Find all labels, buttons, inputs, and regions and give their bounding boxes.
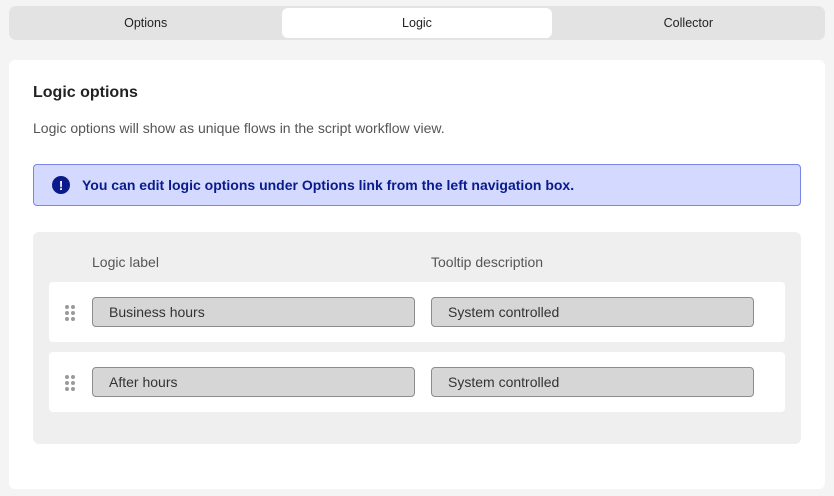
logic-label-field[interactable]: After hours (92, 367, 415, 397)
column-header-tooltip-description: Tooltip description (431, 254, 544, 270)
drag-handle-icon[interactable] (64, 374, 76, 392)
list-item: Business hours System controlled (49, 282, 785, 342)
tab-logic[interactable]: Logic (282, 8, 552, 38)
tooltip-description-field[interactable]: System controlled (431, 297, 754, 327)
column-header-logic-label: Logic label (92, 254, 159, 270)
tooltip-description-field[interactable]: System controlled (431, 367, 754, 397)
alert-text: You can edit logic options under Options… (82, 177, 575, 193)
logic-label-field[interactable]: Business hours (92, 297, 415, 327)
tab-collector[interactable]: Collector (554, 8, 823, 38)
page-title: Logic options (33, 84, 138, 101)
info-alert: ! You can edit logic options under Optio… (33, 164, 801, 206)
tab-bar: Options Logic Collector (9, 6, 825, 40)
drag-handle-icon[interactable] (64, 304, 76, 322)
logic-options-list: Logic label Tooltip description Business… (33, 232, 801, 444)
list-item: After hours System controlled (49, 352, 785, 412)
exclamation-circle-icon: ! (52, 176, 70, 194)
logic-options-panel: Logic options Logic options will show as… (9, 60, 825, 489)
panel-description: Logic options will show as unique flows … (33, 120, 445, 136)
tab-options[interactable]: Options (11, 8, 280, 38)
